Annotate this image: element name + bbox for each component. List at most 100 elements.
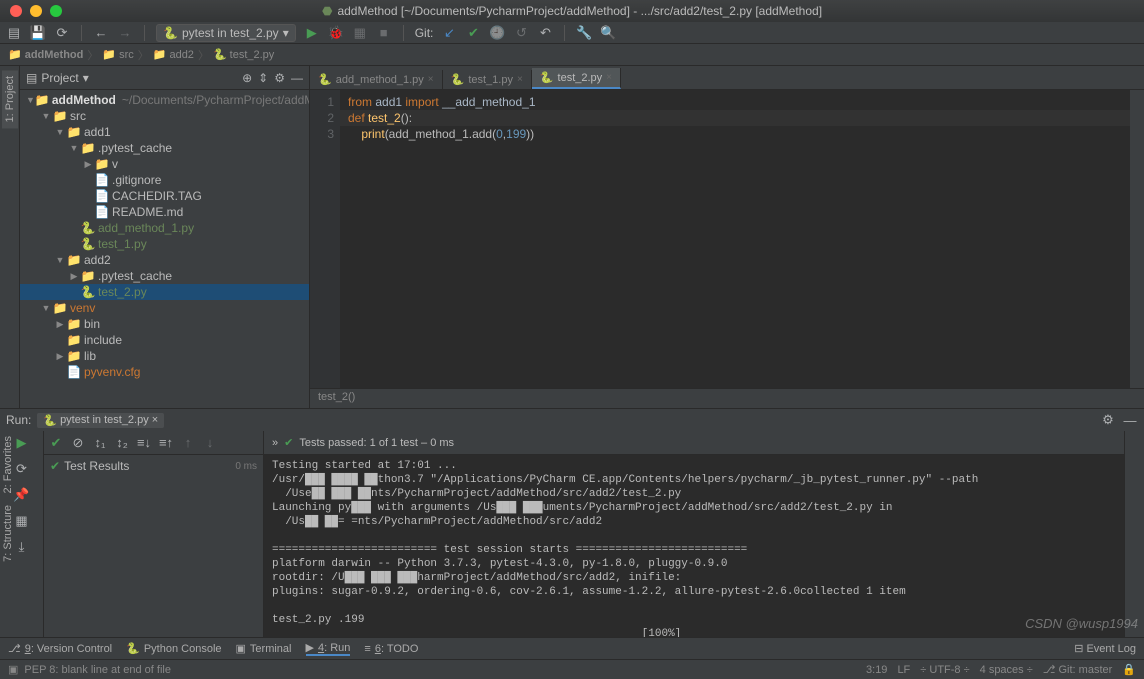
encoding[interactable]: ÷ UTF-8 ÷	[920, 664, 969, 676]
project-header[interactable]: ▤ Project ▾	[26, 71, 236, 85]
expand-icon[interactable]: ≡↓	[136, 435, 152, 451]
stop-icon[interactable]: ■	[376, 25, 392, 41]
main-toolbar: ▤ 💾 ⟳ ← → 🐍pytest in test_2.py▾ ▶ 🐞 ▦ ■ …	[0, 22, 1144, 44]
tree-item[interactable]: 📄README.md	[20, 204, 309, 220]
tree-item[interactable]: ▼📁addMethod~/Documents/PycharmProject/ad…	[20, 92, 309, 108]
bc-file[interactable]: 🐍test_2.py	[213, 48, 274, 61]
code-editor[interactable]: from add1 import __add_method_1def test_…	[340, 90, 1130, 388]
prev-icon[interactable]: ↑	[180, 435, 196, 451]
run-config-selector[interactable]: 🐍pytest in test_2.py▾	[156, 24, 296, 42]
tree-item[interactable]: ▶📁v	[20, 156, 309, 172]
git-label: Git:	[415, 26, 434, 40]
gear-icon[interactable]: ⚙	[274, 71, 285, 85]
coverage-icon[interactable]: ▦	[352, 25, 368, 41]
error-stripe	[1130, 90, 1144, 388]
sort-icon[interactable]: ↕₁	[92, 435, 108, 451]
close-tab-icon[interactable]: ×	[517, 74, 523, 85]
tree-item[interactable]: 🐍test_2.py	[20, 284, 309, 300]
bottom-tab-run[interactable]: ▶4: Run	[306, 641, 351, 656]
sort2-icon[interactable]: ↕₂	[114, 435, 130, 451]
gear-icon[interactable]: ⚙	[1100, 412, 1116, 428]
bottom-tool-tabs: ⎇9: Version Control 🐍Python Console ▣Termi…	[0, 637, 1144, 659]
minimize-panel-icon[interactable]: —	[1122, 412, 1138, 428]
bc-add2[interactable]: 📁add2	[153, 48, 194, 61]
back-icon[interactable]: ←	[93, 25, 109, 41]
test-results-panel: ✔ ⊘ ↕₁ ↕₂ ≡↓ ≡↑ ↑ ↓ ✔Test Results0 ms	[44, 431, 264, 637]
vcs-revert-icon[interactable]: ↺	[513, 25, 529, 41]
event-log[interactable]: ⊟ Event Log	[1074, 642, 1136, 655]
nav-breadcrumb: 📁addMethod〉 📁src〉 📁add2〉 🐍test_2.py	[0, 44, 1144, 66]
tree-item[interactable]: ▼📁add2	[20, 252, 309, 268]
open-icon[interactable]: ▤	[6, 25, 22, 41]
next-icon[interactable]: ↓	[202, 435, 218, 451]
tests-passed-bar: »✔Tests passed: 1 of 1 test – 0 ms	[264, 431, 1124, 455]
project-tree[interactable]: ▼📁addMethod~/Documents/PycharmProject/ad…	[20, 90, 309, 408]
status-message: PEP 8: blank line at end of file	[24, 664, 171, 676]
lock-icon[interactable]: 🔒	[1122, 663, 1136, 676]
editor-tabs: 🐍add_method_1.py×🐍test_1.py×🐍test_2.py×	[310, 66, 1144, 90]
editor-tab[interactable]: 🐍test_2.py×	[532, 68, 621, 89]
save-icon[interactable]: 💾	[30, 25, 46, 41]
debug-icon[interactable]: 🐞	[328, 25, 344, 41]
vcs-commit-icon[interactable]: ✔	[465, 25, 481, 41]
close-tab-icon[interactable]: ×	[428, 74, 434, 85]
tree-item[interactable]: 📄CACHEDIR.TAG	[20, 188, 309, 204]
tree-item[interactable]: ▼📁venv	[20, 300, 309, 316]
test-results-root[interactable]: ✔Test Results0 ms	[50, 459, 257, 473]
bc-src[interactable]: 📁src	[102, 48, 133, 61]
tree-item[interactable]: 🐍add_method_1.py	[20, 220, 309, 236]
editor-tab[interactable]: 🐍test_1.py×	[443, 70, 532, 89]
bottom-tab-pyconsole[interactable]: 🐍Python Console	[126, 642, 221, 655]
tree-item[interactable]: ▶📁bin	[20, 316, 309, 332]
show-passed-icon[interactable]: ✔	[48, 435, 64, 451]
editor-tab[interactable]: 🐍add_method_1.py×	[310, 70, 443, 89]
close-tab-icon[interactable]: ×	[606, 72, 612, 83]
project-panel: ▤ Project ▾ ⊕ ⇕ ⚙ — ▼📁addMethod~/Documen…	[20, 66, 310, 408]
tree-item[interactable]: 🐍test_1.py	[20, 236, 309, 252]
side-tab-project[interactable]: 1: Project	[2, 70, 18, 128]
show-ignored-icon[interactable]: ⊘	[70, 435, 86, 451]
line-sep[interactable]: LF	[897, 664, 910, 676]
vcs-update-icon[interactable]: ↙	[441, 25, 457, 41]
editor-breadcrumb: test_2()	[310, 388, 1144, 408]
status-bar: ▣ PEP 8: blank line at end of file 3:19 …	[0, 659, 1144, 679]
settings-icon[interactable]: 🔧	[576, 25, 592, 41]
run-icon[interactable]: ▶	[304, 25, 320, 41]
bottom-tab-terminal[interactable]: ▣Terminal	[236, 642, 292, 655]
vcs-history-icon[interactable]: 🕘	[489, 25, 505, 41]
run-tab[interactable]: 🐍pytest in test_2.py×	[37, 413, 164, 428]
console-output[interactable]: Testing started at 17:01 ... /usr/███ ██…	[264, 455, 1124, 637]
collapse-icon[interactable]: ≡↑	[158, 435, 174, 451]
undo-icon[interactable]: ↶	[537, 25, 553, 41]
tree-item[interactable]: ▼📁src	[20, 108, 309, 124]
search-everywhere-icon[interactable]: 🔍	[600, 25, 616, 41]
editor-gutter: 123	[310, 90, 340, 388]
hide-icon[interactable]: —	[291, 71, 303, 85]
bc-root[interactable]: 📁addMethod	[8, 48, 83, 61]
tree-item[interactable]: ▼📁add1	[20, 124, 309, 140]
bottom-tab-todo[interactable]: ≡6: TODO	[364, 643, 418, 655]
right-tool-stripe	[1124, 431, 1144, 637]
caret-position[interactable]: 3:19	[866, 664, 887, 676]
sync-icon[interactable]: ⟳	[54, 25, 70, 41]
zoom-window[interactable]	[50, 5, 62, 17]
forward-icon[interactable]: →	[117, 25, 133, 41]
close-window[interactable]	[10, 5, 22, 17]
run-panel: Run: 🐍pytest in test_2.py× ⚙ — ▶ ⟳ 📌 ▦ ⤓…	[0, 408, 1144, 637]
tree-item[interactable]: ▶📁.pytest_cache	[20, 268, 309, 284]
scroll-from-source-icon[interactable]: ⊕	[242, 71, 252, 85]
bottom-tab-vcs[interactable]: ⎇9: Version Control	[8, 642, 112, 655]
tree-item[interactable]: ▶📁lib	[20, 348, 309, 364]
titlebar: ⬣addMethod [~/Documents/PycharmProject/a…	[0, 0, 1144, 22]
side-tab-favorites[interactable]: 2: Favorites	[0, 430, 20, 499]
collapse-all-icon[interactable]: ⇕	[258, 71, 268, 85]
git-branch[interactable]: ⎇ Git: master	[1043, 663, 1113, 676]
minimize-window[interactable]	[30, 5, 42, 17]
tree-item[interactable]: 📄.gitignore	[20, 172, 309, 188]
tree-item[interactable]: ▼📁.pytest_cache	[20, 140, 309, 156]
left-tool-stripe: 1: Project	[0, 66, 20, 408]
side-tab-structure[interactable]: 7: Structure	[0, 499, 20, 568]
tree-item[interactable]: 📄pyvenv.cfg	[20, 364, 309, 380]
indent[interactable]: 4 spaces ÷	[980, 664, 1033, 676]
tree-item[interactable]: 📁include	[20, 332, 309, 348]
